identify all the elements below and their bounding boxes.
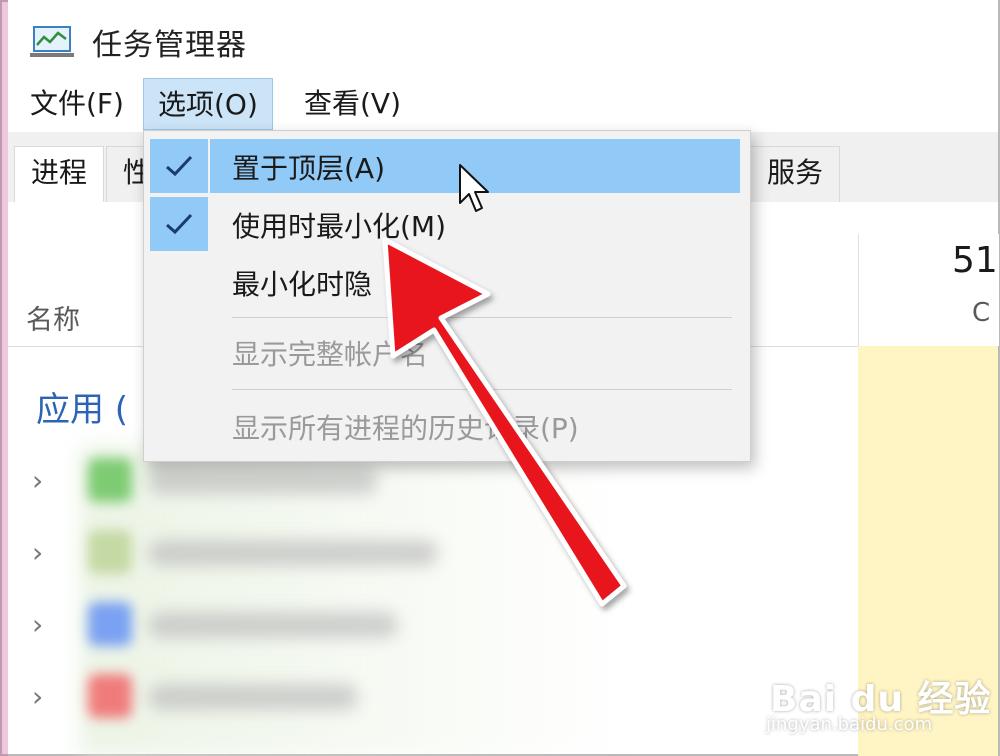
- chevron-right-icon[interactable]: ›: [32, 536, 43, 569]
- menu-item-label: 显示完整帐户名: [232, 338, 429, 371]
- checkmark-icon: [166, 155, 193, 177]
- menu-item-show-full-account-name[interactable]: 显示完整帐户名: [144, 323, 750, 381]
- check-cell: [150, 139, 208, 193]
- check-cell: [150, 197, 208, 251]
- cpu-percent: 51: [952, 240, 998, 281]
- chevron-right-icon[interactable]: ›: [32, 464, 43, 497]
- tab-services[interactable]: 服务: [750, 146, 841, 202]
- menu-item-label: 置于顶层(A): [232, 152, 386, 185]
- tab-processes[interactable]: 进程: [14, 146, 105, 202]
- menu-item-hide-when-minimized[interactable]: 最小化时隐: [144, 253, 750, 311]
- blurred-name: [148, 540, 438, 566]
- menu-item-label: 最小化时隐: [232, 268, 373, 301]
- app-icon: [88, 530, 132, 574]
- chevron-right-icon[interactable]: ›: [32, 680, 43, 713]
- blurred-name: [148, 612, 398, 638]
- app-icon: [88, 674, 132, 718]
- menu-item-show-process-history[interactable]: 显示所有进程的历史记录(P): [144, 397, 750, 455]
- title-bar: 任务管理器: [8, 0, 998, 78]
- process-row[interactable]: ›: [8, 518, 858, 586]
- task-manager-icon: [28, 25, 76, 59]
- menu-separator: [232, 389, 732, 390]
- app-icon: [88, 458, 132, 502]
- checkmark-icon: [166, 213, 193, 235]
- process-row[interactable]: ›: [8, 662, 858, 730]
- menu-item-always-on-top[interactable]: 置于顶层(A): [144, 137, 750, 195]
- menu-separator: [232, 317, 732, 318]
- chevron-right-icon[interactable]: ›: [32, 608, 43, 641]
- cpu-label: C: [972, 298, 991, 328]
- app-title: 任务管理器: [92, 28, 247, 63]
- app-icon: [88, 602, 132, 646]
- options-menu: 置于顶层(A) 使用时最小化(M) 最小化时隐 显示完整帐户名 显示所有进程的历…: [143, 130, 751, 462]
- menu-file[interactable]: 文件(F): [16, 78, 138, 130]
- menu-item-label: 使用时最小化(M): [232, 210, 447, 243]
- process-row[interactable]: ›: [8, 590, 858, 658]
- menu-item-label: 显示所有进程的历史记录(P): [232, 412, 579, 445]
- watermark-url: jingyan.baidu.com: [766, 714, 933, 735]
- mouse-pointer-icon: [459, 164, 489, 212]
- background-edge: [0, 0, 8, 756]
- blurred-name: [148, 684, 358, 710]
- column-name-header[interactable]: 名称: [26, 298, 80, 337]
- menu-item-minimize-on-use[interactable]: 使用时最小化(M): [144, 195, 750, 253]
- apps-group-header: 应用 (: [36, 390, 129, 430]
- blurred-name: [148, 468, 378, 494]
- menu-bar: 文件(F) 选项(O) 查看(V): [8, 78, 998, 132]
- menu-options[interactable]: 选项(O): [143, 78, 273, 130]
- menu-view[interactable]: 查看(V): [290, 78, 415, 130]
